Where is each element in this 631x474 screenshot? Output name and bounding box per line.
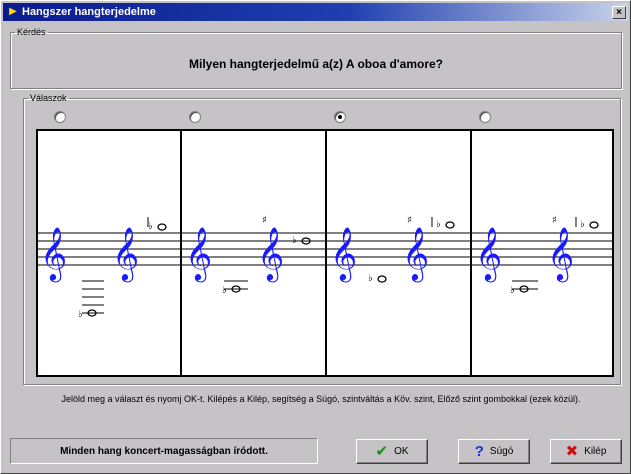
treble-clef-icon: 𝄞 [257,226,284,282]
answer-option-1[interactable]: 𝄞 𝄞 ♭ ♭ [40,217,167,320]
window-title: Hangszer hangterjedelme [22,6,156,18]
ok-button-label: OK [394,446,409,457]
app-icon: ▶ [9,6,17,17]
flat-icon: ♭ [436,219,441,230]
answer-radio-1[interactable] [54,111,66,123]
x-icon: ✖ [565,443,579,460]
answer-option-2[interactable]: 𝄞 𝄞 ♯ ♭ ♭ [185,215,311,296]
ok-button[interactable]: ✔ OK [356,439,428,464]
treble-clef-icon: 𝄞 [547,226,574,282]
answer-option-4[interactable]: 𝄞 𝄞 ♯ ♭ ♭ [475,215,599,296]
exit-button-label: Kilép [584,446,607,457]
range-notation: 𝄞 𝄞 ♭ ♭ 𝄞 𝄞 ♯ ♭ ♭ 𝄞 𝄞 ♯ ♭ ♭ 𝄞 𝄞 ♯ ♭ ♭ [38,131,612,375]
exit-button[interactable]: ✖ Kilép [550,439,622,464]
treble-clef-icon: 𝄞 [112,226,139,282]
instructions-text: Jelöld meg a választ és nyomj OK-t. Kilé… [61,394,581,404]
status-message: Minden hang koncert-magasságban íródott. [10,438,318,464]
high-note [445,221,455,229]
help-button[interactable]: ? Súgó [458,439,530,464]
treble-clef-icon: 𝄞 [40,226,67,282]
flat-icon: ♭ [222,285,227,296]
treble-clef-icon: 𝄞 [185,226,212,282]
high-note [157,223,167,231]
flat-icon: ♭ [292,235,297,246]
bottom-bar: Minden hang koncert-magasságban íródott.… [10,438,622,466]
treble-clef-icon: 𝄞 [402,226,429,282]
treble-clef-icon: 𝄞 [330,226,357,282]
flat-icon: ♭ [368,273,373,284]
flat-icon: ♭ [580,219,585,230]
help-button-label: Súgó [489,446,514,457]
high-note [589,221,599,229]
close-button[interactable]: × [612,5,626,19]
dialog-window: ▶ Hangszer hangterjedelme × Kérdés Milye… [0,0,631,474]
sharp-icon: ♯ [262,215,267,226]
low-note [377,275,387,283]
question-group: Kérdés Milyen hangterjedelmű a(z) A oboa… [10,27,622,89]
flat-icon: ♭ [510,285,515,296]
question-text: Milyen hangterjedelmű a(z) A oboa d'amor… [189,57,443,71]
flat-icon: ♭ [78,309,83,320]
checkmark-icon: ✔ [375,443,389,460]
treble-clef-icon: 𝄞 [475,226,502,282]
answer-radio-3[interactable] [334,111,346,123]
answer-radio-2[interactable] [189,111,201,123]
flat-icon: ♭ [148,221,153,232]
sharp-icon: ♯ [407,215,412,226]
notation-panel: 𝄞 𝄞 ♭ ♭ 𝄞 𝄞 ♯ ♭ ♭ 𝄞 𝄞 ♯ ♭ ♭ 𝄞 𝄞 ♯ ♭ ♭ [36,129,614,377]
sharp-icon: ♯ [552,215,557,226]
question-group-legend: Kérdés [17,27,46,37]
answers-group-legend: Válaszok [30,93,67,103]
answer-radio-4[interactable] [479,111,491,123]
question-icon: ? [474,443,484,460]
answer-radio-row [24,111,620,127]
title-bar[interactable]: ▶ Hangszer hangterjedelme × [3,3,628,21]
